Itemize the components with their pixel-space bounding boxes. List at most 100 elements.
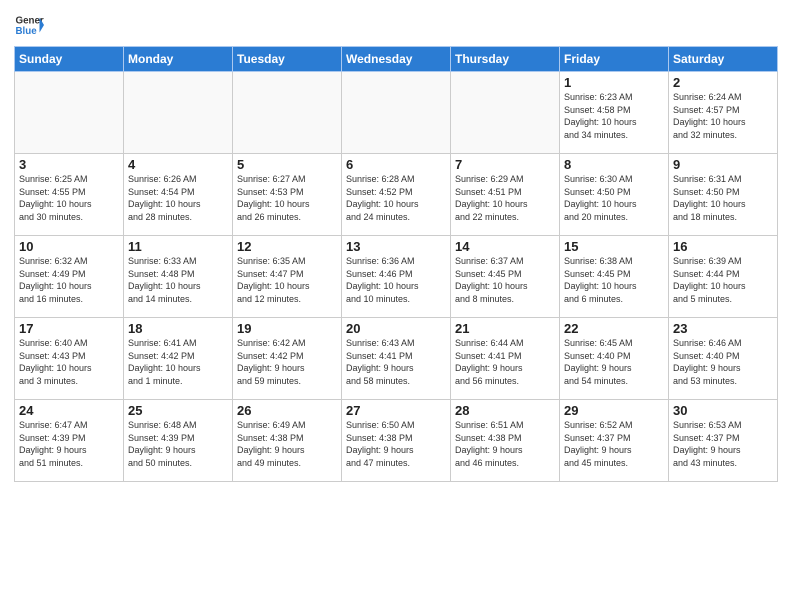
day-info: Sunrise: 6:51 AMSunset: 4:38 PMDaylight:… — [455, 419, 555, 469]
calendar-cell: 6Sunrise: 6:28 AMSunset: 4:52 PMDaylight… — [342, 154, 451, 236]
day-info: Sunrise: 6:33 AMSunset: 4:48 PMDaylight:… — [128, 255, 228, 305]
calendar-cell — [451, 72, 560, 154]
calendar-body: 1Sunrise: 6:23 AMSunset: 4:58 PMDaylight… — [15, 72, 778, 482]
calendar-cell: 1Sunrise: 6:23 AMSunset: 4:58 PMDaylight… — [560, 72, 669, 154]
day-number: 17 — [19, 321, 119, 336]
day-number: 8 — [564, 157, 664, 172]
weekday-header-thursday: Thursday — [451, 47, 560, 72]
calendar-cell: 29Sunrise: 6:52 AMSunset: 4:37 PMDayligh… — [560, 400, 669, 482]
logo: General Blue — [14, 10, 44, 40]
day-info: Sunrise: 6:43 AMSunset: 4:41 PMDaylight:… — [346, 337, 446, 387]
day-number: 27 — [346, 403, 446, 418]
page-container: General Blue SundayMondayTuesdayWednesda… — [0, 0, 792, 490]
day-number: 29 — [564, 403, 664, 418]
calendar-cell: 15Sunrise: 6:38 AMSunset: 4:45 PMDayligh… — [560, 236, 669, 318]
day-number: 9 — [673, 157, 773, 172]
calendar-cell: 2Sunrise: 6:24 AMSunset: 4:57 PMDaylight… — [669, 72, 778, 154]
day-number: 20 — [346, 321, 446, 336]
day-info: Sunrise: 6:23 AMSunset: 4:58 PMDaylight:… — [564, 91, 664, 141]
day-info: Sunrise: 6:45 AMSunset: 4:40 PMDaylight:… — [564, 337, 664, 387]
day-number: 5 — [237, 157, 337, 172]
calendar-cell — [124, 72, 233, 154]
calendar-cell: 21Sunrise: 6:44 AMSunset: 4:41 PMDayligh… — [451, 318, 560, 400]
day-info: Sunrise: 6:24 AMSunset: 4:57 PMDaylight:… — [673, 91, 773, 141]
calendar-cell: 11Sunrise: 6:33 AMSunset: 4:48 PMDayligh… — [124, 236, 233, 318]
day-number: 15 — [564, 239, 664, 254]
day-info: Sunrise: 6:46 AMSunset: 4:40 PMDaylight:… — [673, 337, 773, 387]
day-info: Sunrise: 6:48 AMSunset: 4:39 PMDaylight:… — [128, 419, 228, 469]
calendar-cell — [233, 72, 342, 154]
day-number: 2 — [673, 75, 773, 90]
day-number: 24 — [19, 403, 119, 418]
day-number: 7 — [455, 157, 555, 172]
day-info: Sunrise: 6:27 AMSunset: 4:53 PMDaylight:… — [237, 173, 337, 223]
day-info: Sunrise: 6:41 AMSunset: 4:42 PMDaylight:… — [128, 337, 228, 387]
calendar-cell: 18Sunrise: 6:41 AMSunset: 4:42 PMDayligh… — [124, 318, 233, 400]
day-info: Sunrise: 6:47 AMSunset: 4:39 PMDaylight:… — [19, 419, 119, 469]
calendar-cell: 20Sunrise: 6:43 AMSunset: 4:41 PMDayligh… — [342, 318, 451, 400]
calendar-cell: 17Sunrise: 6:40 AMSunset: 4:43 PMDayligh… — [15, 318, 124, 400]
logo-icon: General Blue — [14, 10, 44, 40]
week-row-3: 10Sunrise: 6:32 AMSunset: 4:49 PMDayligh… — [15, 236, 778, 318]
day-number: 12 — [237, 239, 337, 254]
day-number: 26 — [237, 403, 337, 418]
day-number: 1 — [564, 75, 664, 90]
calendar-cell: 5Sunrise: 6:27 AMSunset: 4:53 PMDaylight… — [233, 154, 342, 236]
calendar-cell: 7Sunrise: 6:29 AMSunset: 4:51 PMDaylight… — [451, 154, 560, 236]
day-number: 25 — [128, 403, 228, 418]
day-info: Sunrise: 6:36 AMSunset: 4:46 PMDaylight:… — [346, 255, 446, 305]
calendar-cell: 9Sunrise: 6:31 AMSunset: 4:50 PMDaylight… — [669, 154, 778, 236]
day-info: Sunrise: 6:49 AMSunset: 4:38 PMDaylight:… — [237, 419, 337, 469]
day-info: Sunrise: 6:38 AMSunset: 4:45 PMDaylight:… — [564, 255, 664, 305]
day-info: Sunrise: 6:40 AMSunset: 4:43 PMDaylight:… — [19, 337, 119, 387]
day-number: 11 — [128, 239, 228, 254]
calendar-cell: 16Sunrise: 6:39 AMSunset: 4:44 PMDayligh… — [669, 236, 778, 318]
day-number: 4 — [128, 157, 228, 172]
week-row-4: 17Sunrise: 6:40 AMSunset: 4:43 PMDayligh… — [15, 318, 778, 400]
day-number: 28 — [455, 403, 555, 418]
day-number: 3 — [19, 157, 119, 172]
day-number: 14 — [455, 239, 555, 254]
calendar-cell: 24Sunrise: 6:47 AMSunset: 4:39 PMDayligh… — [15, 400, 124, 482]
day-info: Sunrise: 6:30 AMSunset: 4:50 PMDaylight:… — [564, 173, 664, 223]
calendar-cell: 25Sunrise: 6:48 AMSunset: 4:39 PMDayligh… — [124, 400, 233, 482]
calendar-cell: 26Sunrise: 6:49 AMSunset: 4:38 PMDayligh… — [233, 400, 342, 482]
calendar-cell: 12Sunrise: 6:35 AMSunset: 4:47 PMDayligh… — [233, 236, 342, 318]
calendar-cell: 27Sunrise: 6:50 AMSunset: 4:38 PMDayligh… — [342, 400, 451, 482]
day-info: Sunrise: 6:35 AMSunset: 4:47 PMDaylight:… — [237, 255, 337, 305]
day-info: Sunrise: 6:31 AMSunset: 4:50 PMDaylight:… — [673, 173, 773, 223]
calendar-cell: 22Sunrise: 6:45 AMSunset: 4:40 PMDayligh… — [560, 318, 669, 400]
weekday-header-wednesday: Wednesday — [342, 47, 451, 72]
day-info: Sunrise: 6:25 AMSunset: 4:55 PMDaylight:… — [19, 173, 119, 223]
day-number: 30 — [673, 403, 773, 418]
day-info: Sunrise: 6:32 AMSunset: 4:49 PMDaylight:… — [19, 255, 119, 305]
day-number: 19 — [237, 321, 337, 336]
weekday-header-sunday: Sunday — [15, 47, 124, 72]
week-row-1: 1Sunrise: 6:23 AMSunset: 4:58 PMDaylight… — [15, 72, 778, 154]
calendar-cell: 23Sunrise: 6:46 AMSunset: 4:40 PMDayligh… — [669, 318, 778, 400]
calendar-cell — [15, 72, 124, 154]
day-info: Sunrise: 6:37 AMSunset: 4:45 PMDaylight:… — [455, 255, 555, 305]
day-number: 23 — [673, 321, 773, 336]
calendar-cell: 14Sunrise: 6:37 AMSunset: 4:45 PMDayligh… — [451, 236, 560, 318]
calendar-cell: 19Sunrise: 6:42 AMSunset: 4:42 PMDayligh… — [233, 318, 342, 400]
calendar-cell: 4Sunrise: 6:26 AMSunset: 4:54 PMDaylight… — [124, 154, 233, 236]
weekday-header-monday: Monday — [124, 47, 233, 72]
header: General Blue — [14, 10, 778, 40]
day-info: Sunrise: 6:39 AMSunset: 4:44 PMDaylight:… — [673, 255, 773, 305]
week-row-5: 24Sunrise: 6:47 AMSunset: 4:39 PMDayligh… — [15, 400, 778, 482]
day-number: 10 — [19, 239, 119, 254]
day-number: 6 — [346, 157, 446, 172]
calendar-cell: 28Sunrise: 6:51 AMSunset: 4:38 PMDayligh… — [451, 400, 560, 482]
day-info: Sunrise: 6:44 AMSunset: 4:41 PMDaylight:… — [455, 337, 555, 387]
day-number: 16 — [673, 239, 773, 254]
calendar-cell: 10Sunrise: 6:32 AMSunset: 4:49 PMDayligh… — [15, 236, 124, 318]
svg-text:Blue: Blue — [16, 26, 38, 37]
weekday-header-friday: Friday — [560, 47, 669, 72]
day-number: 13 — [346, 239, 446, 254]
day-number: 22 — [564, 321, 664, 336]
calendar-cell — [342, 72, 451, 154]
week-row-2: 3Sunrise: 6:25 AMSunset: 4:55 PMDaylight… — [15, 154, 778, 236]
weekday-header-tuesday: Tuesday — [233, 47, 342, 72]
day-number: 21 — [455, 321, 555, 336]
